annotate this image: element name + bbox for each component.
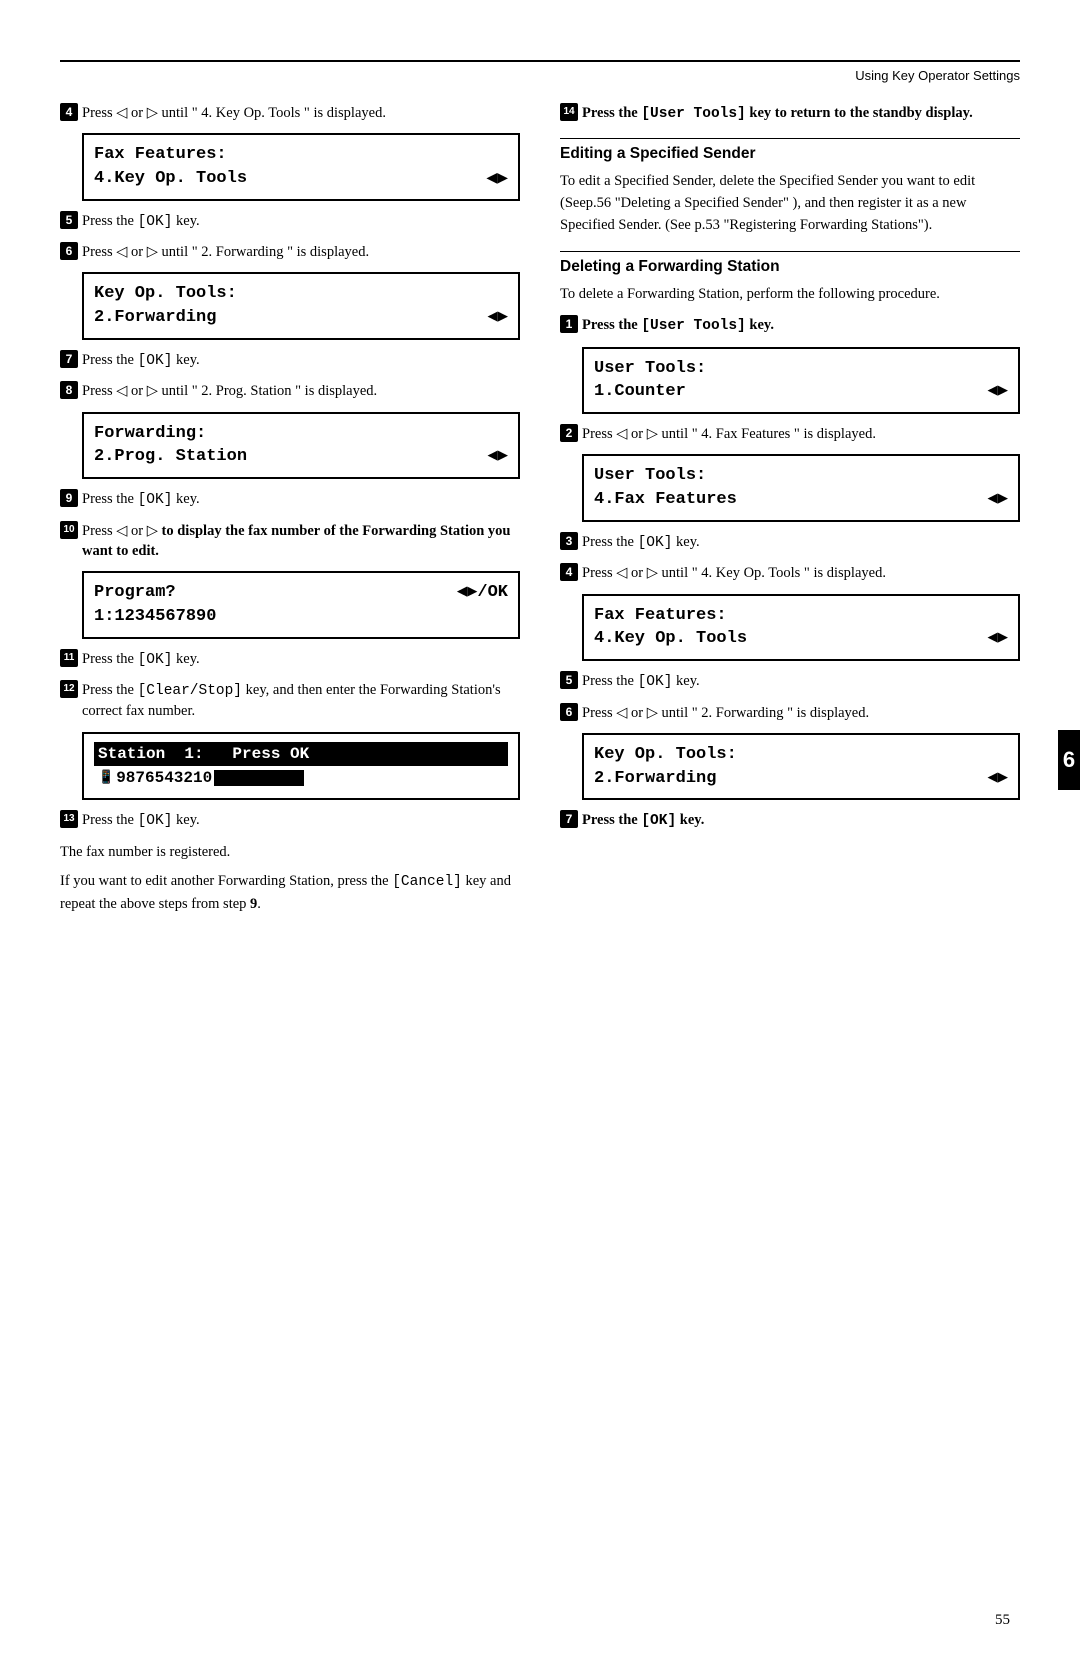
step-14-block: 14 Press the [User Tools] key to return … [560, 103, 1020, 124]
step-10-lcd: Program? ◀▶/OK 1:1234567890 [82, 571, 520, 639]
step-14-text: Press the [User Tools] key to return to … [582, 103, 1020, 124]
step-10-text: Press ◁ or ▷ to display the fax number o… [82, 521, 520, 562]
step-13-text: Press the [OK] key. [82, 810, 520, 831]
step-5-num: 5 [60, 211, 78, 229]
step-12-num: 12 [60, 680, 78, 698]
step-6-lcd: Key Op. Tools:2.Forwarding ◀▶ [82, 272, 520, 340]
step-9-text: Press the [OK] key. [82, 489, 520, 510]
step-4-num: 4 [60, 103, 78, 121]
step-8-lcd: Forwarding:2.Prog. Station ◀▶ [82, 412, 520, 480]
step-11-num: 11 [60, 649, 78, 667]
step-13-num: 13 [60, 810, 78, 828]
step-5-text: Press the [OK] key. [82, 211, 520, 232]
del-step-1-text: Press the [User Tools] key. [582, 315, 1020, 336]
step-8-num: 8 [60, 381, 78, 399]
after-step-para1: The fax number is registered. [60, 842, 520, 864]
del-step-3-text: Press the [OK] key. [582, 532, 1020, 553]
step-10-num: 10 [60, 521, 78, 539]
step-6-text: Press ◁ or ▷ until " 2. Forwarding " is … [82, 242, 520, 262]
header-text: Using Key Operator Settings [60, 68, 1020, 83]
del-step-5-text: Press the [OK] key. [582, 671, 1020, 692]
step-8-block: 8 Press ◁ or ▷ until " 2. Prog. Station … [60, 381, 520, 401]
del-step-2-text: Press ◁ or ▷ until " 4. Fax Features " i… [582, 424, 1020, 444]
step-12-block: 12 Press the [Clear/Stop] key, and then … [60, 680, 520, 722]
deleting-section-para: To delete a Forwarding Station, perform … [560, 284, 1020, 306]
del-step-4-lcd: Fax Features:4.Key Op. Tools ◀▶ [582, 594, 1020, 662]
del-step-5-num: 5 [560, 671, 578, 689]
page-container: Using Key Operator Settings 4 Press ◁ or… [0, 0, 1080, 1669]
del-step-2-num: 2 [560, 424, 578, 442]
del-step-4-text: Press ◁ or ▷ until " 4. Key Op. Tools " … [582, 563, 1020, 583]
del-step-4-num: 4 [560, 563, 578, 581]
step-4-text: Press ◁ or ▷ until " 4. Key Op. Tools " … [82, 103, 520, 123]
del-step-2-lcd: User Tools:4.Fax Features ◀▶ [582, 454, 1020, 522]
del-step-7-text: Press the [OK] key. [582, 810, 1020, 831]
del-step-4-block: 4 Press ◁ or ▷ until " 4. Key Op. Tools … [560, 563, 1020, 583]
step-7-num: 7 [60, 350, 78, 368]
step-13-block: 13 Press the [OK] key. [60, 810, 520, 831]
del-step-7-block: 7 Press the [OK] key. [560, 810, 1020, 831]
editing-section-title: Editing a Specified Sender [560, 145, 1020, 163]
del-step-6-text: Press ◁ or ▷ until " 2. Forwarding " is … [582, 703, 1020, 723]
step-4-block: 4 Press ◁ or ▷ until " 4. Key Op. Tools … [60, 103, 520, 123]
step-11-block: 11 Press the [OK] key. [60, 649, 520, 670]
right-column: 14 Press the [User Tools] key to return … [560, 103, 1020, 916]
del-step-7-num: 7 [560, 810, 578, 828]
step-9-block: 9 Press the [OK] key. [60, 489, 520, 510]
main-content: 4 Press ◁ or ▷ until " 4. Key Op. Tools … [60, 103, 1020, 916]
deleting-divider [560, 251, 1020, 252]
step-12-text: Press the [Clear/Stop] key, and then ent… [82, 680, 520, 722]
step-9-num: 9 [60, 489, 78, 507]
step-10-block: 10 Press ◁ or ▷ to display the fax numbe… [60, 521, 520, 562]
step-12-lcd: Station 1: Press OK 📱9876543210 [82, 732, 520, 801]
del-step-3-block: 3 Press the [OK] key. [560, 532, 1020, 553]
left-column: 4 Press ◁ or ▷ until " 4. Key Op. Tools … [60, 103, 520, 916]
del-step-6-lcd: Key Op. Tools:2.Forwarding ◀▶ [582, 733, 1020, 801]
step-7-block: 7 Press the [OK] key. [60, 350, 520, 371]
del-step-1-block: 1 Press the [User Tools] key. [560, 315, 1020, 336]
del-step-1-num: 1 [560, 315, 578, 333]
step-14-num: 14 [560, 103, 578, 121]
step-11-text: Press the [OK] key. [82, 649, 520, 670]
editing-divider [560, 138, 1020, 139]
step-4-lcd: Fax Features:4.Key Op. Tools ◀▶ [82, 133, 520, 201]
editing-section-para: To edit a Specified Sender, delete the S… [560, 171, 1020, 236]
header-divider [60, 60, 1020, 62]
step-5-block: 5 Press the [OK] key. [60, 211, 520, 232]
del-step-5-block: 5 Press the [OK] key. [560, 671, 1020, 692]
del-step-2-block: 2 Press ◁ or ▷ until " 4. Fax Features "… [560, 424, 1020, 444]
step-6-block: 6 Press ◁ or ▷ until " 2. Forwarding " i… [60, 242, 520, 262]
deleting-section-title: Deleting a Forwarding Station [560, 258, 1020, 276]
del-step-6-num: 6 [560, 703, 578, 721]
del-step-3-num: 3 [560, 532, 578, 550]
del-step-1-lcd: User Tools:1.Counter ◀▶ [582, 347, 1020, 415]
tab-marker-container: 6 [1058, 730, 1080, 790]
step-8-text: Press ◁ or ▷ until " 2. Prog. Station " … [82, 381, 520, 401]
page-number: 55 [995, 1612, 1010, 1629]
after-step-para2: If you want to edit another Forwarding S… [60, 871, 520, 916]
tab-marker: 6 [1058, 730, 1080, 790]
del-step-6-block: 6 Press ◁ or ▷ until " 2. Forwarding " i… [560, 703, 1020, 723]
step-7-text: Press the [OK] key. [82, 350, 520, 371]
step-6-num: 6 [60, 242, 78, 260]
